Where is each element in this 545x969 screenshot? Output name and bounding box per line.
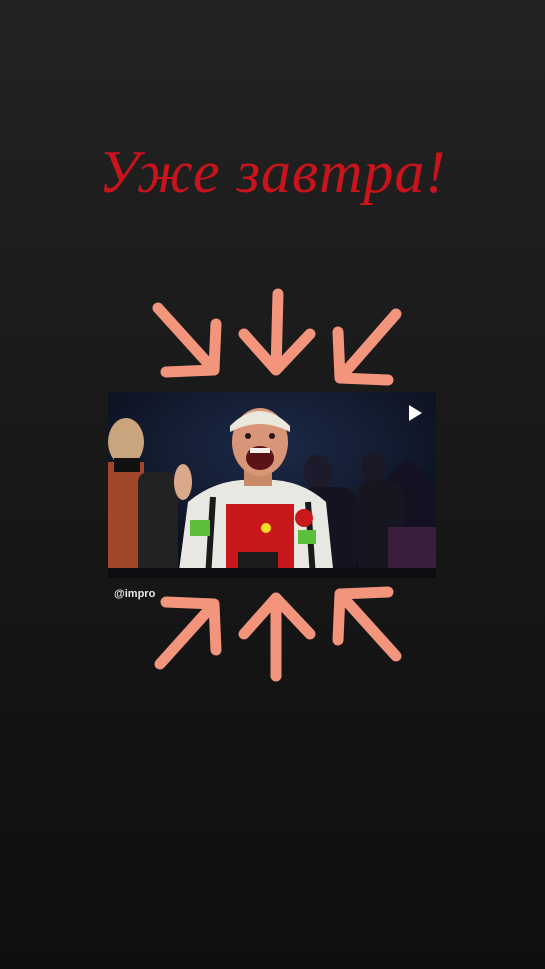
arrow-up-left-icon xyxy=(326,572,406,672)
arrow-down-icon xyxy=(236,286,316,386)
headline-text: Уже завтра! xyxy=(98,139,447,205)
arrow-up-icon xyxy=(236,584,316,684)
video-scene-image xyxy=(108,392,436,578)
play-icon[interactable] xyxy=(406,404,424,422)
arrow-down-left-icon xyxy=(328,300,408,400)
arrow-down-right-icon xyxy=(148,296,228,396)
arrow-up-right-icon xyxy=(148,578,228,678)
video-thumbnail[interactable] xyxy=(108,392,436,578)
